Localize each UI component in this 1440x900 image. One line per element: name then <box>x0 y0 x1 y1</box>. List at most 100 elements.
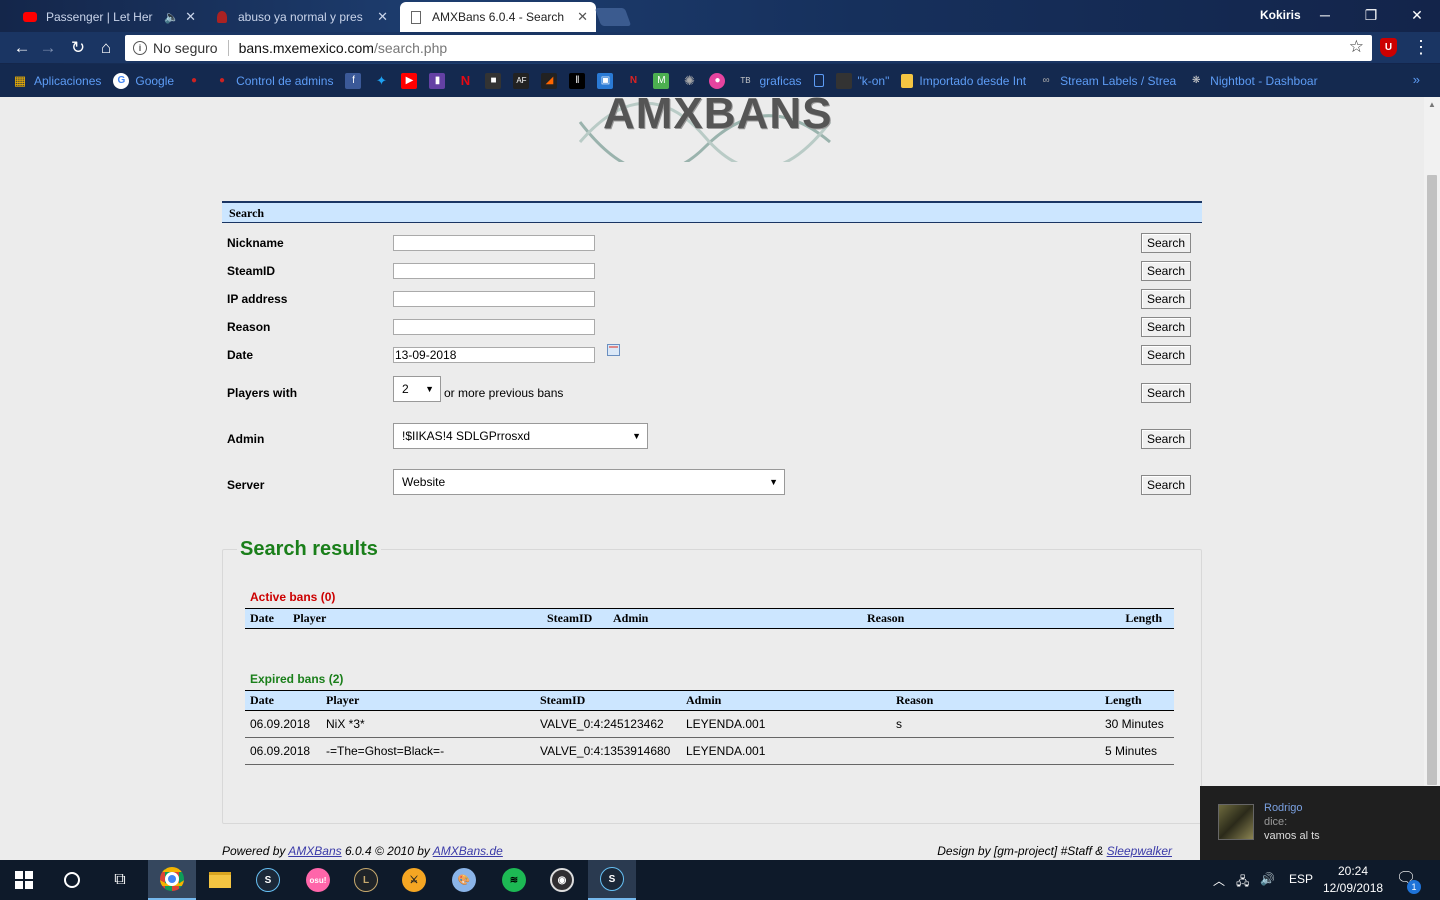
bookmark-importado[interactable]: Importado desde Int <box>901 73 1026 88</box>
osu-icon[interactable]: osu! <box>294 860 342 900</box>
page-icon[interactable] <box>813 74 824 87</box>
facebook-icon[interactable]: f <box>345 72 362 89</box>
folder-icon <box>901 73 914 88</box>
gear-icon[interactable]: ✺ <box>681 73 697 89</box>
paint-icon[interactable]: 🎨 <box>440 860 488 900</box>
steam-icon[interactable]: S <box>244 860 292 900</box>
steam-running-icon[interactable]: S <box>588 860 636 900</box>
browser-menu-icon[interactable]: ⋮ <box>1412 37 1430 58</box>
amxbans-de-link[interactable]: AMXBans.de <box>433 844 503 858</box>
more-bookmarks-icon[interactable]: » <box>1413 72 1420 87</box>
youtube-icon[interactable]: ▶ <box>401 72 418 89</box>
bookmark-apps[interactable]: ▦ Aplicaciones <box>12 73 102 89</box>
calendar-icon[interactable] <box>607 344 620 356</box>
orange-icon[interactable]: ◢ <box>541 72 558 89</box>
clock-date[interactable]: 12/09/2018 <box>1323 881 1383 895</box>
bookmark-control-admins[interactable]: ● Control de admins <box>214 73 333 89</box>
tab-youtube[interactable]: Passenger | Let Her 🔈 ✕ <box>14 2 204 32</box>
speaker-icon[interactable]: 🔈 <box>164 10 179 24</box>
af-icon[interactable]: AF <box>513 72 530 89</box>
language-indicator[interactable]: ESP <box>1289 872 1313 886</box>
previous-bans-value: 2 <box>402 382 409 396</box>
cortana-search-icon[interactable] <box>48 860 96 900</box>
bookmark-graficas[interactable]: TB graficas <box>737 73 801 89</box>
league-of-legends-icon[interactable]: L <box>342 860 390 900</box>
red-n-icon[interactable]: N <box>625 73 641 89</box>
reason-input[interactable] <box>393 319 595 335</box>
obs-icon[interactable]: ◉ <box>538 860 586 900</box>
close-tab-icon[interactable]: ✕ <box>377 9 388 25</box>
chrome-taskbar-icon[interactable] <box>148 860 196 900</box>
minimize-icon[interactable]: ─ <box>1302 0 1348 30</box>
close-tab-icon[interactable]: ✕ <box>577 9 588 25</box>
show-hidden-icons[interactable]: ︿ <box>1213 872 1225 889</box>
ban-steamid: VALVE_0:4:245123462 <box>535 710 681 738</box>
server-label: Server <box>227 478 265 492</box>
close-tab-icon[interactable]: ✕ <box>185 9 196 25</box>
pink-circle-icon[interactable]: ● <box>709 72 726 89</box>
amxbans-link[interactable]: AMXBans <box>288 844 341 858</box>
twitter-icon[interactable]: ✦ <box>373 73 389 89</box>
search-server-button[interactable]: Search <box>1141 475 1191 495</box>
clock-time[interactable]: 20:24 <box>1338 864 1368 878</box>
profile-name[interactable]: Kokiris <box>1260 8 1301 22</box>
ublock-extension-icon[interactable]: U <box>1380 38 1397 57</box>
forward-icon[interactable]: → <box>36 36 60 60</box>
back-icon[interactable]: ← <box>10 36 34 60</box>
start-button[interactable] <box>0 860 48 900</box>
scroll-up-arrow-icon[interactable]: ▲ <box>1428 100 1436 109</box>
scrollbar-thumb[interactable] <box>1427 175 1437 785</box>
server-select[interactable]: Website ▼ <box>393 469 785 495</box>
bookmark-google[interactable]: G Google <box>113 72 174 89</box>
twitch-icon[interactable]: ▮ <box>429 72 446 89</box>
tb-icon: TB <box>740 76 751 85</box>
page-viewport: AMXBANS Search Nickname Search SteamID S… <box>0 97 1424 860</box>
amxbans-favicon-icon[interactable]: ● <box>186 73 202 89</box>
netflix-icon[interactable]: N <box>457 73 473 89</box>
close-window-icon[interactable]: ✕ <box>1394 0 1440 30</box>
tab-amxbans-search[interactable]: AMXBans 6.0.4 - Search ✕ <box>400 2 596 32</box>
bookmark-kon[interactable]: "k-on" <box>835 72 889 89</box>
table-header-row: Date Player SteamID Admin Reason Length <box>245 690 1174 711</box>
search-admin-button[interactable]: Search <box>1141 429 1191 449</box>
table-row[interactable]: 06.09.2018 NiX *3* VALVE_0:4:245123462 L… <box>245 710 1174 738</box>
search-steamid-button[interactable]: Search <box>1141 261 1191 281</box>
spotify-icon[interactable]: ≋ <box>490 860 538 900</box>
bars-icon[interactable]: ‖ <box>569 72 586 89</box>
file-explorer-icon[interactable] <box>196 860 244 900</box>
search-nickname-button[interactable]: Search <box>1141 233 1191 253</box>
nickname-input[interactable] <box>393 235 595 251</box>
search-reason-button[interactable]: Search <box>1141 317 1191 337</box>
bookmark-nightbot[interactable]: ❋ Nightbot - Dashboar <box>1188 73 1318 89</box>
admin-select[interactable]: !$IIKAS!4 SDLGPrrosxd ▼ <box>393 423 648 449</box>
search-ip-button[interactable]: Search <box>1141 289 1191 309</box>
info-icon[interactable]: i <box>133 41 147 55</box>
volume-icon[interactable]: 🔊 <box>1260 872 1275 886</box>
ip-address-input[interactable] <box>393 291 595 307</box>
steamid-input[interactable] <box>393 263 595 279</box>
amxbans-favicon-icon: ● <box>219 75 226 86</box>
reload-icon[interactable]: ↻ <box>66 36 90 60</box>
search-previous-bans-button[interactable]: Search <box>1141 383 1191 403</box>
date-input[interactable]: 13-09-2018 <box>393 347 595 363</box>
counter-strike-icon[interactable]: ⚔ <box>390 860 438 900</box>
task-view-icon[interactable]: ⧉ <box>96 860 144 900</box>
restore-icon[interactable]: ❐ <box>1348 0 1394 30</box>
search-results-title: Search results <box>237 538 381 561</box>
bookmark-stream-labels[interactable]: ∞ Stream Labels / Strea <box>1038 73 1177 89</box>
previous-bans-select[interactable]: 2 ▼ <box>393 376 441 402</box>
sleepwalker-link[interactable]: Sleepwalker <box>1107 844 1172 858</box>
tab-abuso[interactable]: abuso ya normal y pres ✕ <box>206 2 396 32</box>
address-bar[interactable]: i No seguro bans.mxemexico.com /search.p… <box>125 35 1372 61</box>
chat-notification[interactable]: Rodrigo dice: vamos al ts <box>1200 786 1440 860</box>
blue-square-icon[interactable]: ▣ <box>597 72 614 89</box>
m-icon[interactable]: M <box>653 72 670 89</box>
column-header: Reason <box>862 608 1102 629</box>
dark-site-icon[interactable]: ■ <box>485 72 502 89</box>
new-tab-button[interactable] <box>594 8 632 26</box>
home-icon[interactable]: ⌂ <box>94 36 118 60</box>
network-icon[interactable]: 🖧 <box>1236 872 1249 893</box>
table-row[interactable]: 06.09.2018 -=The=Ghost=Black=- VALVE_0:4… <box>245 737 1174 765</box>
search-date-button[interactable]: Search <box>1141 345 1191 365</box>
bookmark-star-icon[interactable]: ☆ <box>1349 37 1364 57</box>
